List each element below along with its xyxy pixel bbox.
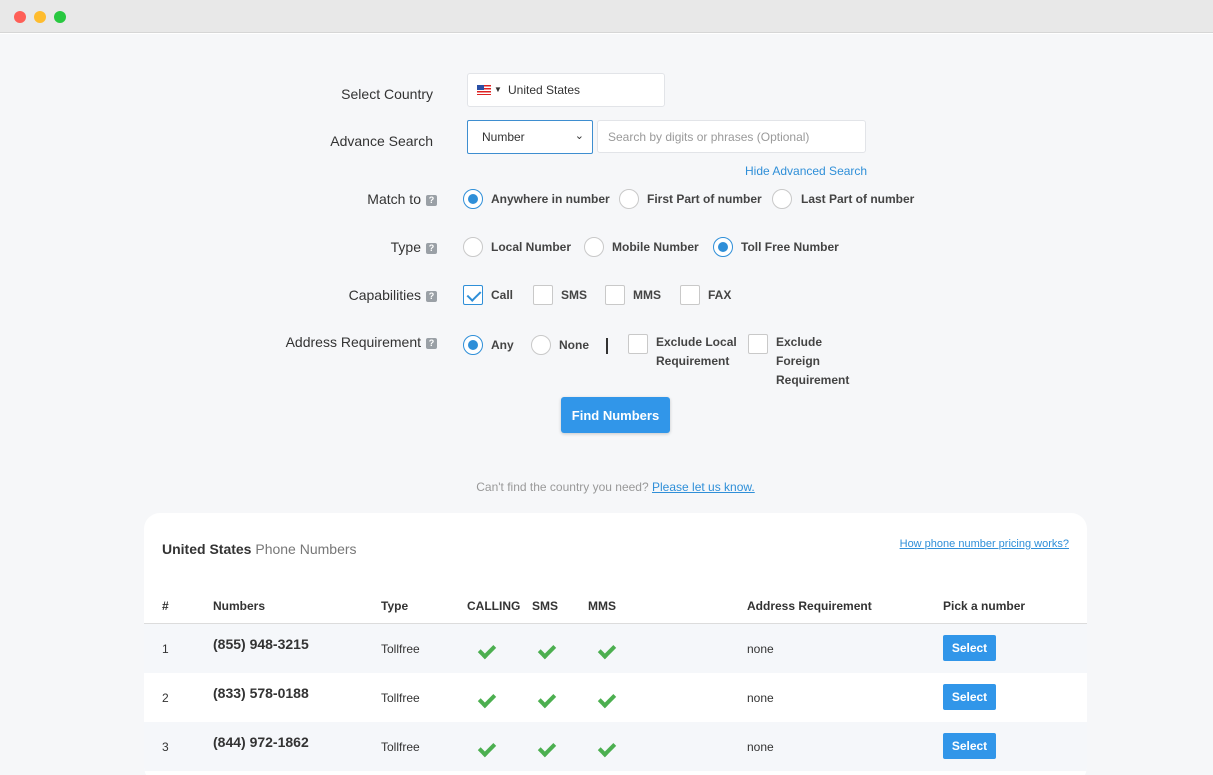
checkbox-sms-label: SMS	[561, 288, 588, 302]
calling-check-icon	[477, 640, 497, 660]
radio-first-part-label: First Part of number	[647, 192, 762, 206]
type-label: Type?	[300, 239, 437, 255]
select-number-button[interactable]: Select	[943, 733, 996, 759]
help-icon[interactable]: ?	[426, 243, 437, 254]
capabilities-label-text: Capabilities	[348, 287, 421, 303]
column-header-sms: SMS	[532, 599, 559, 613]
calling-check-icon	[477, 689, 497, 709]
cant-find-notice: Can't find the country you need? Please …	[0, 480, 1213, 494]
checkbox-exclude-local[interactable]	[628, 334, 648, 354]
radio-last-part-label: Last Part of number	[801, 192, 915, 206]
radio-mobile-number[interactable]	[584, 237, 604, 257]
mms-check-icon	[597, 689, 617, 709]
mms-check-icon	[597, 640, 617, 660]
help-icon[interactable]: ?	[426, 195, 437, 206]
radio-local-number-label: Local Number	[491, 240, 572, 254]
match-to-label: Match to?	[300, 191, 437, 207]
checkbox-sms[interactable]	[533, 285, 553, 305]
address-requirement: none	[747, 691, 774, 705]
radio-mobile-number-label: Mobile Number	[612, 240, 699, 254]
select-number-button[interactable]: Select	[943, 635, 996, 661]
radio-local-number[interactable]	[463, 237, 483, 257]
column-header-mms: MMS	[588, 599, 616, 613]
column-header-address: Address Requirement	[747, 599, 872, 613]
radio-anywhere-label: Anywhere in number	[491, 192, 610, 206]
checkbox-mms-label: MMS	[633, 288, 661, 302]
radio-address-any-label: Any	[491, 338, 514, 352]
select-country-label: Select Country	[341, 86, 433, 102]
checkbox-fax[interactable]	[680, 285, 700, 305]
help-icon[interactable]: ?	[426, 291, 437, 302]
table-row: 3 (844) 972-1862 Tollfree none Select	[144, 722, 1087, 771]
radio-address-none[interactable]	[531, 335, 551, 355]
column-header-pick: Pick a number	[943, 599, 1026, 613]
column-header-type: Type	[381, 599, 409, 613]
number-type: Tollfree	[381, 740, 420, 754]
hide-advanced-search-link[interactable]: Hide Advanced Search	[745, 164, 867, 178]
checkbox-fax-label: FAX	[708, 288, 732, 302]
column-header-index: #	[162, 599, 169, 613]
type-label-text: Type	[390, 239, 421, 255]
row-index: 3	[162, 740, 169, 754]
results-card: United States Phone Numbers How phone nu…	[144, 513, 1087, 775]
country-selector-value: United States	[508, 83, 581, 97]
search-input[interactable]	[597, 120, 866, 153]
number-type: Tollfree	[381, 642, 420, 656]
calling-check-icon	[477, 738, 497, 758]
address-requirement-label-text: Address Requirement	[285, 334, 421, 350]
address-requirement: none	[747, 642, 774, 656]
checkbox-exclude-foreign-label: Exclude Foreign Requirement	[776, 335, 850, 387]
number-type: Tollfree	[381, 691, 420, 705]
radio-first-part[interactable]	[619, 189, 639, 209]
cant-find-text: Can't find the country you need?	[476, 480, 649, 494]
checkbox-exclude-foreign[interactable]	[748, 334, 768, 354]
search-type-value: Number	[482, 130, 525, 144]
checkbox-call[interactable]	[463, 285, 483, 305]
match-to-label-text: Match to	[367, 191, 421, 207]
address-requirement-label: Address Requirement?	[250, 334, 437, 350]
checkbox-mms[interactable]	[605, 285, 625, 305]
let-us-know-link[interactable]: Please let us know.	[652, 480, 755, 494]
separator	[606, 338, 608, 354]
phone-number: (833) 578-0188	[213, 685, 309, 701]
radio-address-none-label: None	[559, 338, 589, 352]
radio-address-any[interactable]	[463, 335, 483, 355]
checkbox-exclude-local-label: Exclude Local Requirement	[656, 335, 737, 368]
row-index: 1	[162, 642, 169, 656]
sms-check-icon	[537, 738, 557, 758]
country-selector[interactable]: ▼ United States	[467, 73, 665, 107]
chevron-down-icon: ⌄	[574, 130, 584, 142]
search-type-select[interactable]: Number ⌄	[467, 120, 593, 154]
column-header-calling: CALLING	[467, 599, 521, 613]
phone-number: (844) 972-1862	[213, 734, 309, 750]
radio-anywhere[interactable]	[463, 189, 483, 209]
radio-toll-free-number-label: Toll Free Number	[741, 240, 839, 254]
checkbox-call-label: Call	[491, 288, 514, 302]
mms-check-icon	[597, 738, 617, 758]
select-number-button[interactable]: Select	[943, 684, 996, 710]
row-index: 2	[162, 691, 169, 705]
table-row: 1 (855) 948-3215 Tollfree none Select	[144, 624, 1087, 673]
capabilities-label: Capabilities?	[300, 287, 437, 303]
sms-check-icon	[537, 640, 557, 660]
caret-down-icon: ▼	[494, 85, 502, 94]
pricing-info-link[interactable]: How phone number pricing works?	[900, 538, 1069, 550]
help-icon[interactable]: ?	[426, 338, 437, 349]
results-title-suffix: Phone Numbers	[255, 541, 357, 557]
radio-toll-free-number[interactable]	[713, 237, 733, 257]
find-numbers-button[interactable]: Find Numbers	[561, 397, 670, 433]
advance-search-label: Advance Search	[330, 133, 433, 149]
radio-last-part[interactable]	[772, 189, 792, 209]
phone-number: (855) 948-3215	[213, 636, 309, 652]
results-country: United States	[162, 541, 252, 557]
sms-check-icon	[537, 689, 557, 709]
table-row: 2 (833) 578-0188 Tollfree none Select	[144, 673, 1087, 722]
results-title: United States Phone Numbers	[162, 541, 357, 557]
us-flag-icon	[477, 85, 491, 95]
column-header-numbers: Numbers	[213, 599, 266, 613]
address-requirement: none	[747, 740, 774, 754]
